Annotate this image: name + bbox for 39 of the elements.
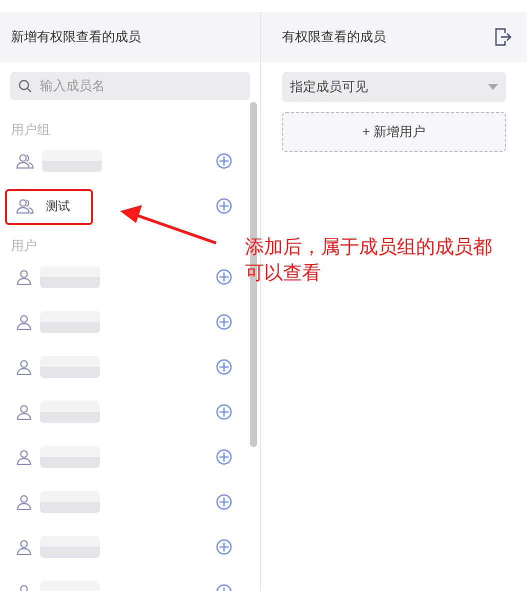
search-icon: [18, 79, 32, 93]
person-icon: [16, 404, 32, 420]
add-member-button[interactable]: [216, 358, 232, 374]
section-label: 用户组: [11, 122, 50, 138]
panel-title: 新增有权限查看的成员: [11, 28, 141, 46]
person-icon: [16, 314, 32, 330]
group-icon: [16, 198, 34, 214]
add-member-button[interactable]: [216, 448, 232, 464]
blurred-name: [40, 356, 100, 378]
search-field[interactable]: 输入成员名: [10, 72, 250, 100]
blurred-name: [40, 310, 100, 332]
blurred-name: [42, 150, 102, 172]
exit-icon[interactable]: [495, 28, 512, 46]
blurred-name: [40, 266, 100, 288]
blurred-name: [40, 536, 100, 558]
person-icon: [16, 448, 32, 464]
person-icon: [16, 358, 32, 374]
add-member-button[interactable]: [216, 314, 232, 330]
add-member-button[interactable]: [216, 494, 232, 510]
add-member-button[interactable]: [216, 538, 232, 554]
add-member-button[interactable]: [216, 152, 232, 168]
person-icon: [16, 494, 32, 510]
add-member-button[interactable]: [216, 268, 232, 284]
add-member-button[interactable]: [216, 404, 232, 420]
visibility-select[interactable]: 指定成员可见: [282, 72, 506, 102]
person-icon: [16, 538, 32, 554]
person-icon: [16, 268, 32, 284]
dropdown-caret-icon: [488, 84, 498, 90]
add-member-button[interactable]: [216, 198, 232, 214]
member-name: 测试: [46, 198, 70, 214]
group-icon: [16, 152, 34, 168]
annotation-text: 添加后，属于成员组的成员都可以查看: [245, 236, 493, 286]
blurred-name: [40, 446, 100, 468]
search-input[interactable]: 输入成员名: [40, 76, 242, 96]
blurred-name: [40, 490, 100, 512]
section-label: 用户: [11, 238, 37, 254]
panel-title: 有权限查看的成员: [282, 28, 386, 46]
add-user-button[interactable]: + 新增用户: [282, 112, 506, 152]
blurred-name: [40, 400, 100, 422]
